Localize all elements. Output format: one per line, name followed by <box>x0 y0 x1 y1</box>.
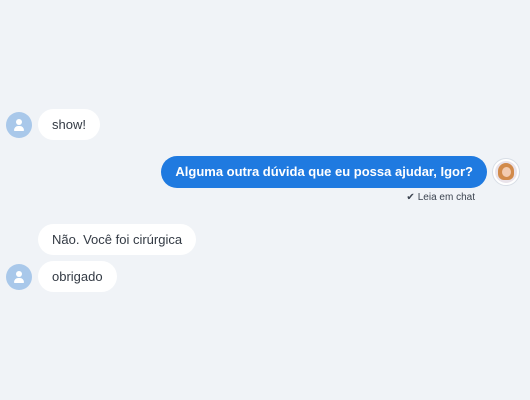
message-text: Alguma outra dúvida que eu possa ajudar,… <box>175 164 473 179</box>
message-bubble-incoming: show! <box>38 109 100 140</box>
message-bubble-incoming: Não. Você foi cirúrgica <box>38 224 197 255</box>
message-text: Não. Você foi cirúrgica <box>52 232 183 247</box>
chat-window: show! Alguma outra dúvida que eu possa a… <box>0 0 530 400</box>
check-icon: ✔ <box>406 192 415 203</box>
message-text: show! <box>52 117 86 132</box>
user-avatar-icon <box>6 264 32 290</box>
read-receipt-label: Leia em chat <box>417 192 475 203</box>
agent-avatar <box>492 158 520 186</box>
message-text: obrigado <box>52 269 103 284</box>
read-receipt: ✔ Leia em chat <box>406 192 475 203</box>
message-bubble-incoming: obrigado <box>38 261 117 292</box>
user-avatar-icon <box>6 112 32 138</box>
message-bubble-outgoing: Alguma outra dúvida que eu possa ajudar,… <box>161 156 487 188</box>
